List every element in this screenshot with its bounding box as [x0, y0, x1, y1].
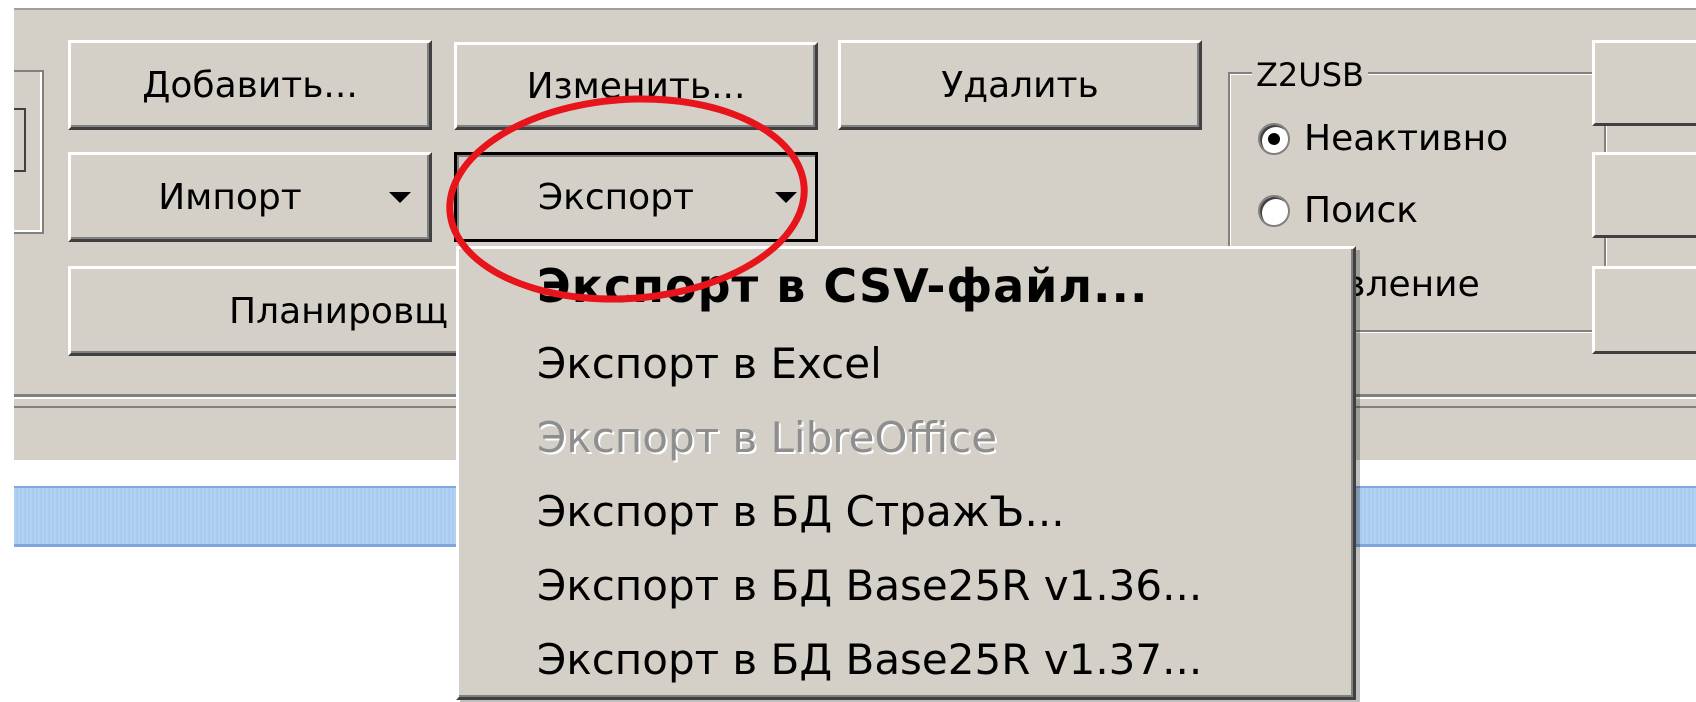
scheduler-button-label: Планировщ: [229, 290, 449, 332]
z2usb-group-title: Z2USB: [1252, 56, 1368, 94]
import-dropdown-button[interactable]: Импорт: [68, 152, 432, 242]
menu-item-export-excel[interactable]: Экспорт в Excel: [537, 339, 882, 388]
delete-button-label: Удалить: [941, 64, 1099, 106]
add-button[interactable]: Добавить...: [68, 40, 432, 130]
scheduler-button[interactable]: Планировщ: [68, 266, 488, 356]
right-button-fragment-2[interactable]: [1592, 152, 1696, 238]
right-button-fragment-1[interactable]: [1592, 40, 1696, 126]
radio-inactive[interactable]: Неактивно: [1258, 118, 1508, 159]
edit-button[interactable]: Изменить...: [454, 42, 818, 130]
dropdown-arrow-icon: [389, 192, 411, 203]
delete-button[interactable]: Удалить: [838, 40, 1202, 130]
right-button-fragment-3[interactable]: [1592, 266, 1696, 354]
left-control-fragment[interactable]: [14, 108, 26, 172]
menu-item-export-libreoffice: Экспорт в LibreOffice: [537, 413, 998, 462]
export-dropdown-button[interactable]: Экспорт: [454, 152, 818, 242]
export-dropdown-menu: Экспорт в CSV-файл... Экспорт в Excel Эк…: [456, 246, 1356, 700]
edit-button-label: Изменить...: [526, 65, 746, 107]
export-button-label: Экспорт: [537, 176, 695, 218]
radio-selected-icon: [1258, 122, 1290, 155]
dropdown-arrow-icon: [775, 192, 797, 203]
radio-inactive-label: Неактивно: [1304, 118, 1509, 159]
radio-search[interactable]: Поиск: [1258, 190, 1418, 231]
menu-item-export-base25r-136[interactable]: Экспорт в БД Base25R v1.36...: [537, 561, 1202, 610]
menu-item-export-csv[interactable]: Экспорт в CSV-файл...: [537, 259, 1148, 313]
radio-search-label: Поиск: [1304, 190, 1419, 231]
radio-unselected-icon: [1258, 194, 1290, 227]
top-divider: [14, 8, 1696, 10]
menu-item-export-strazh[interactable]: Экспорт в БД СтражЪ...: [537, 487, 1065, 536]
import-button-label: Импорт: [158, 176, 302, 218]
add-button-label: Добавить...: [142, 64, 358, 106]
menu-item-export-base25r-137[interactable]: Экспорт в БД Base25R v1.37...: [537, 635, 1202, 684]
